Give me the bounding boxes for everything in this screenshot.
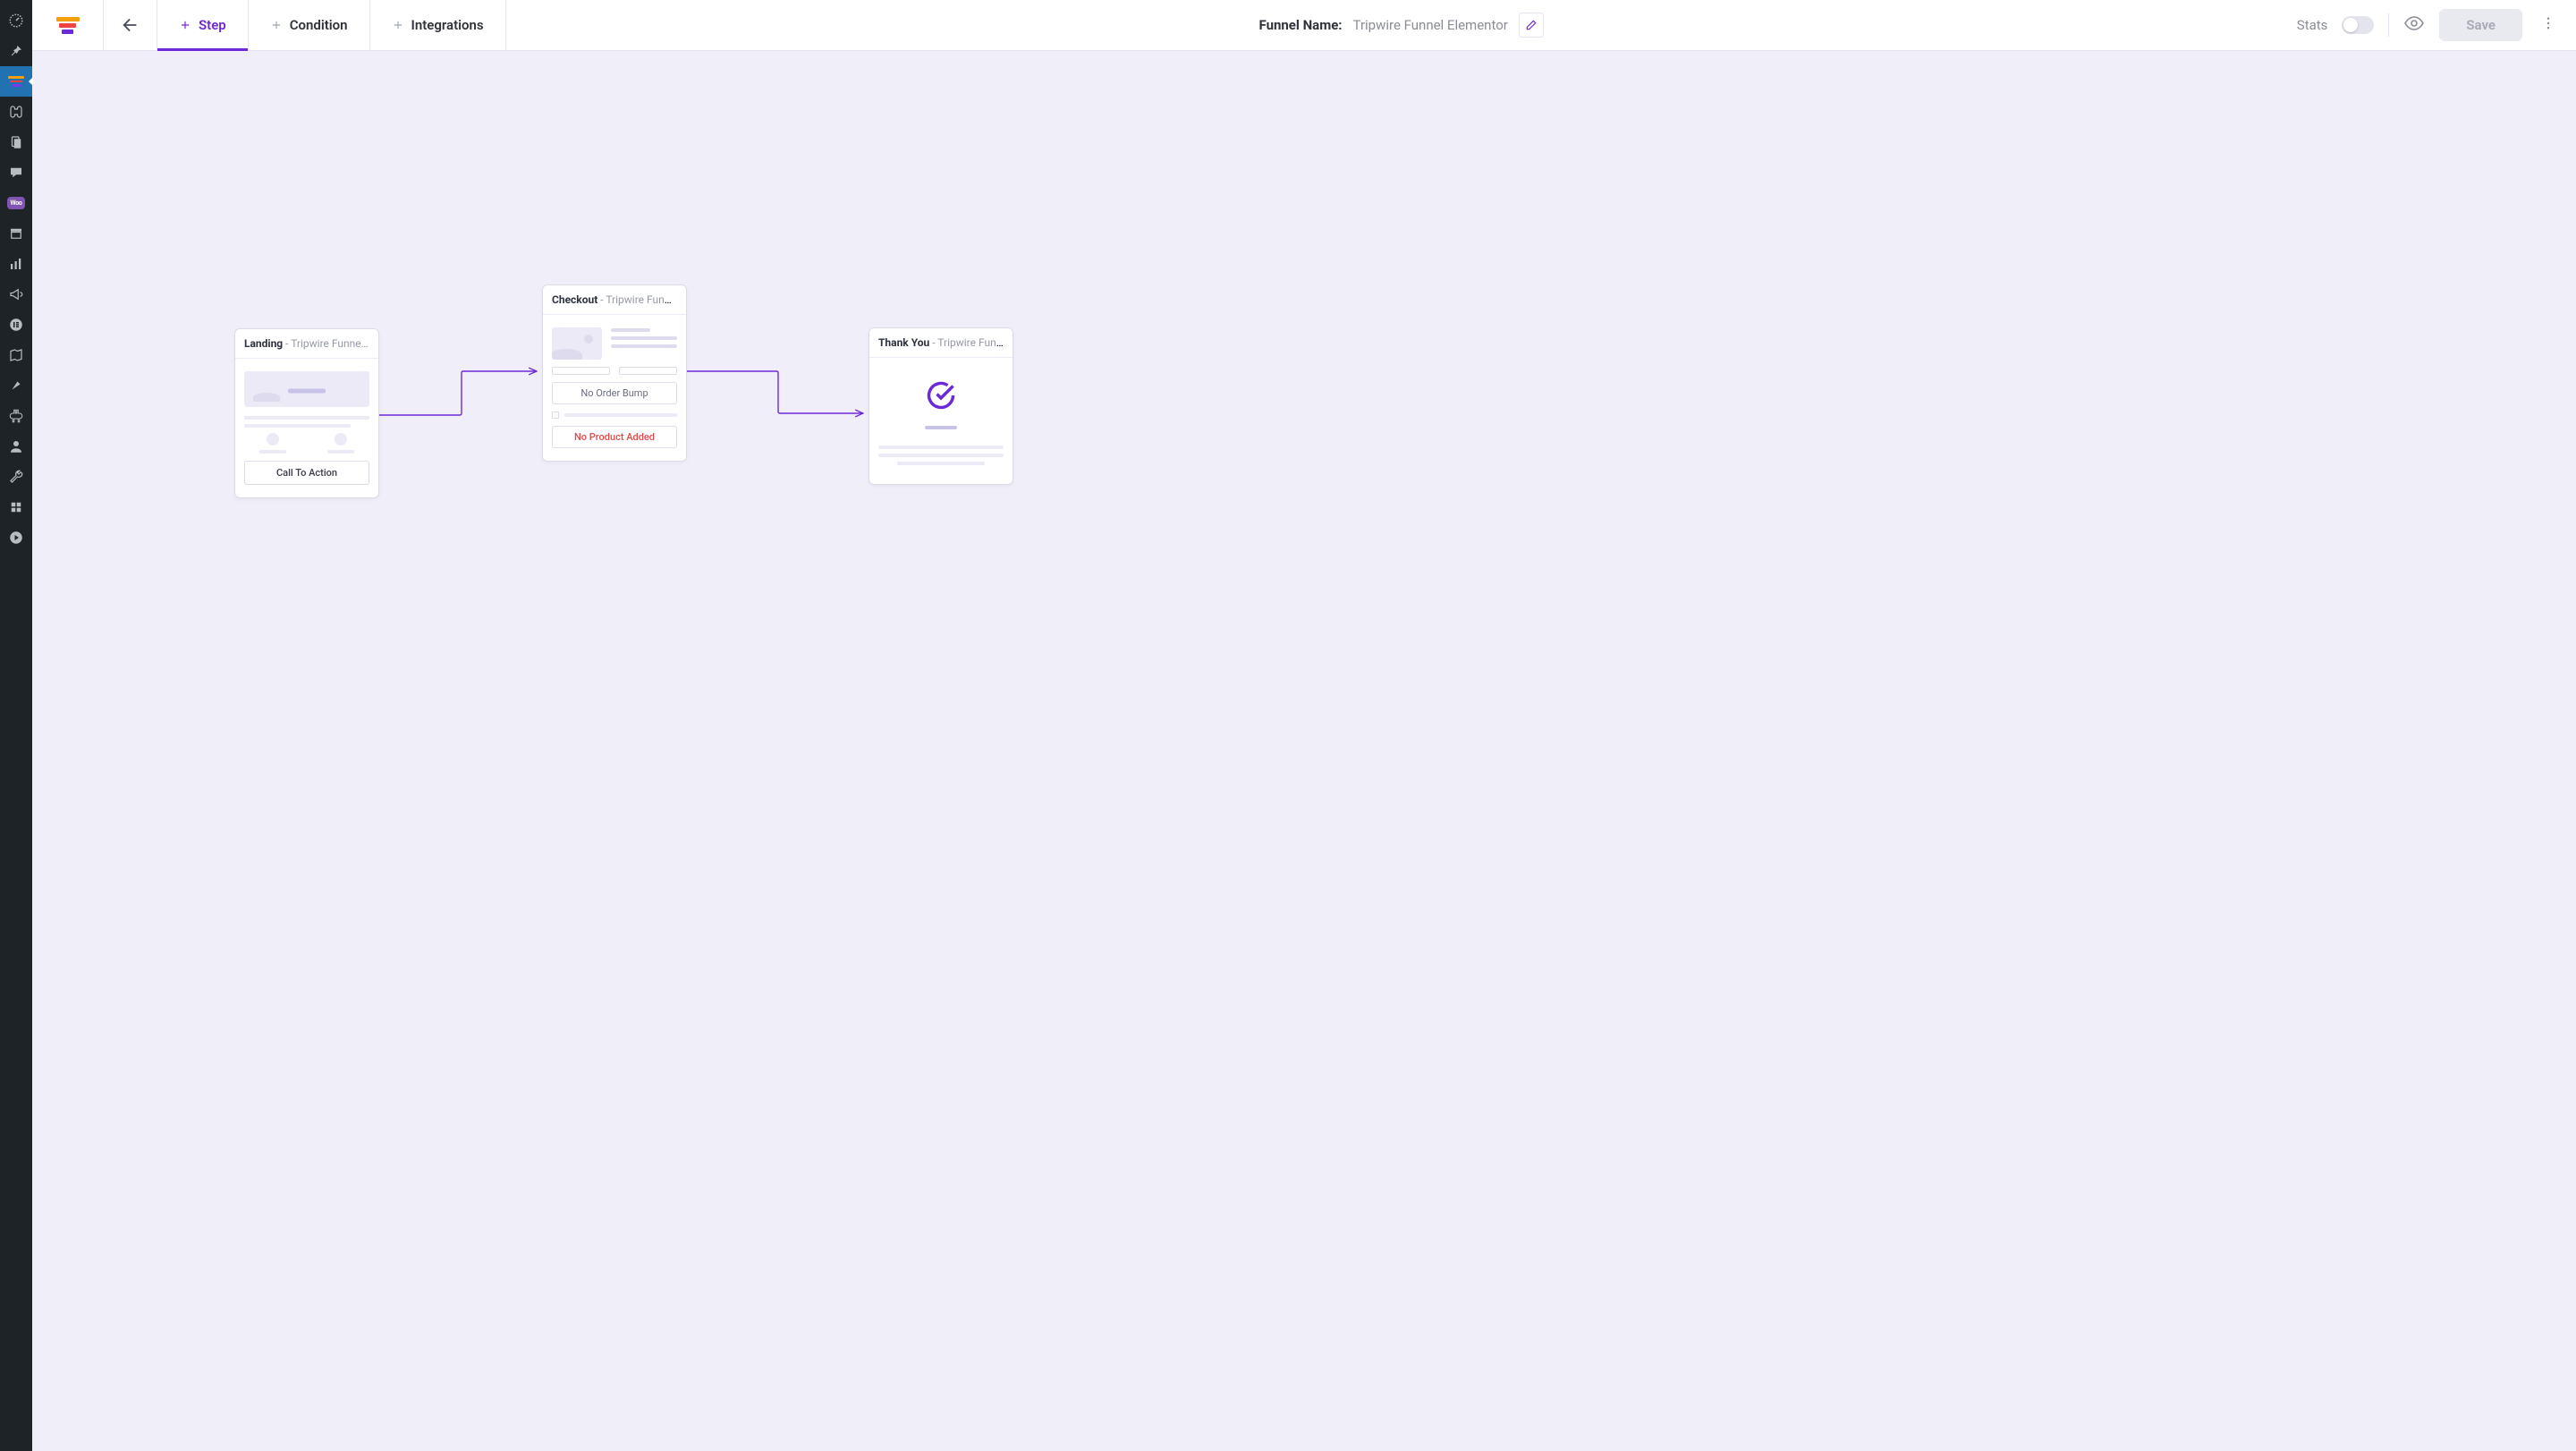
back-button[interactable] <box>104 0 157 50</box>
order-bump-badge: No Order Bump <box>552 382 677 404</box>
stats-label: Stats <box>2297 17 2328 33</box>
step-name-label: - Tripwire Funne… <box>932 336 1013 349</box>
cta-badge: Call To Action <box>244 461 369 485</box>
preview-button[interactable] <box>2403 13 2425 38</box>
plus-icon <box>392 19 404 31</box>
nav-woocommerce[interactable]: Woo <box>0 188 32 218</box>
text-placeholder <box>897 462 985 465</box>
text-placeholder-group <box>611 327 677 360</box>
nav-media[interactable] <box>0 97 32 127</box>
funnel-name-label: Funnel Name: <box>1259 17 1343 33</box>
arrow-left-icon <box>121 15 140 35</box>
nav-elementor[interactable] <box>0 310 32 340</box>
nav-pages[interactable] <box>0 127 32 157</box>
save-button[interactable]: Save <box>2439 9 2522 41</box>
nav-comments[interactable] <box>0 157 32 188</box>
step-card-header: Checkout - Tripwire Funne… <box>543 285 686 315</box>
step-type-label: Checkout <box>552 293 597 306</box>
nav-play[interactable] <box>0 522 32 553</box>
nav-dashboard[interactable] <box>0 5 32 36</box>
step-card-landing[interactable]: Landing - Tripwire Funne… Call To Action <box>234 328 379 498</box>
product-image-placeholder <box>552 327 602 360</box>
checkbox-placeholder <box>552 412 677 419</box>
edit-name-button[interactable] <box>1519 13 1544 38</box>
text-placeholder <box>878 454 1004 457</box>
nav-appearance[interactable] <box>0 370 32 401</box>
no-product-badge: No Product Added <box>552 426 677 448</box>
divider <box>2388 13 2389 37</box>
tab-integrations[interactable]: Integrations <box>370 0 506 50</box>
app-logo[interactable] <box>32 0 104 50</box>
step-card-thankyou[interactable]: Thank You - Tripwire Funne… <box>869 327 1013 485</box>
step-card-preview <box>869 358 1013 484</box>
plus-icon <box>270 19 283 31</box>
nav-funnel[interactable] <box>0 66 32 97</box>
step-card-header: Thank You - Tripwire Funne… <box>869 328 1013 358</box>
funnel-canvas[interactable]: Landing - Tripwire Funne… Call To Action <box>32 51 2576 1451</box>
canvas-inner: Landing - Tripwire Funne… Call To Action <box>32 51 2537 1447</box>
nav-marketing[interactable] <box>0 279 32 310</box>
nav-settings[interactable] <box>0 492 32 522</box>
nav-pin[interactable] <box>0 36 32 66</box>
funnel-builder-app: Step Condition Integrations Funnel Name:… <box>32 0 2576 1451</box>
step-card-preview: Call To Action <box>235 359 378 497</box>
eye-icon <box>2403 13 2425 34</box>
funnel-logo-icon <box>56 17 80 34</box>
nav-templates[interactable] <box>0 340 32 370</box>
tab-step-label: Step <box>199 17 226 33</box>
tab-condition-label: Condition <box>290 17 348 33</box>
inputs-placeholder <box>552 367 677 375</box>
plus-icon <box>179 19 191 31</box>
checkmark-icon <box>925 379 957 412</box>
wp-admin-sidebar: Woo <box>0 0 32 1451</box>
nav-archive[interactable] <box>0 218 32 249</box>
step-name-label: - Tripwire Funne… <box>600 293 683 306</box>
tab-integrations-label: Integrations <box>411 17 484 33</box>
funnel-icon <box>8 76 24 87</box>
header-tabs: Step Condition Integrations <box>157 0 506 50</box>
funnel-name-value: Tripwire Funnel Elementor <box>1353 17 1508 33</box>
text-placeholder <box>878 445 1004 449</box>
app-header: Step Condition Integrations Funnel Name:… <box>32 0 2576 51</box>
nav-plugins[interactable] <box>0 401 32 431</box>
dots-vertical-icon <box>2540 15 2556 31</box>
stats-toggle[interactable] <box>2342 16 2374 34</box>
hero-placeholder <box>244 371 369 407</box>
nav-tools[interactable] <box>0 462 32 492</box>
header-center: Funnel Name: Tripwire Funnel Elementor <box>506 0 2297 50</box>
step-card-checkout[interactable]: Checkout - Tripwire Funne… No Order Bump <box>542 284 687 462</box>
step-card-preview: No Order Bump No Product Added <box>543 315 686 461</box>
text-placeholder <box>244 424 351 428</box>
nav-analytics[interactable] <box>0 249 32 279</box>
pencil-icon <box>1525 19 1538 31</box>
step-card-header: Landing - Tripwire Funne… <box>235 329 378 359</box>
columns-placeholder <box>244 433 369 454</box>
tab-step[interactable]: Step <box>157 0 249 50</box>
step-type-label: Thank You <box>878 336 929 349</box>
divider-placeholder <box>925 426 957 429</box>
tab-condition[interactable]: Condition <box>249 0 370 50</box>
woo-icon: Woo <box>7 197 25 209</box>
step-name-label: - Tripwire Funne… <box>285 337 369 350</box>
step-type-label: Landing <box>244 337 283 350</box>
text-placeholder <box>244 416 369 420</box>
nav-users[interactable] <box>0 431 32 462</box>
header-right: Stats Save <box>2297 0 2576 50</box>
more-menu-button[interactable] <box>2537 12 2560 38</box>
